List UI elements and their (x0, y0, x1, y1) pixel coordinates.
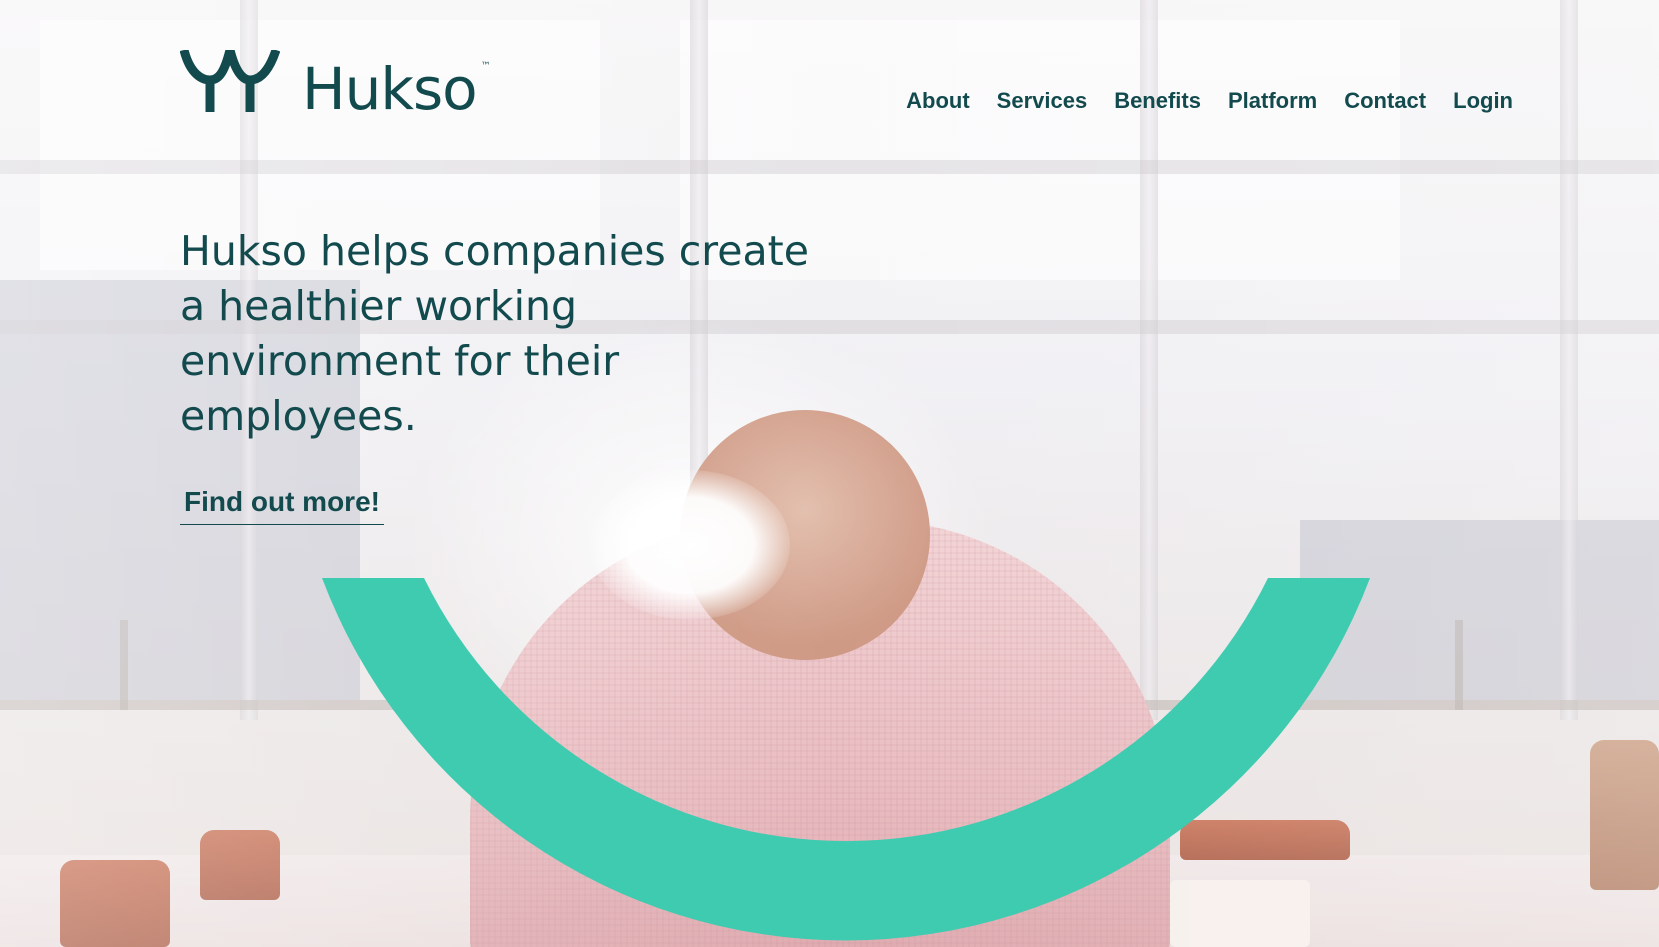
brand-logo-link[interactable]: Hukso ™ (180, 50, 509, 118)
brand-name: Hukso (302, 55, 478, 123)
nav-link-about[interactable]: About (906, 88, 970, 114)
brand-trademark: ™ (480, 61, 491, 72)
nav-link-services[interactable]: Services (997, 88, 1088, 114)
main-nav: About Services Benefits Platform Contact… (906, 88, 1513, 114)
hukso-mark-icon (180, 50, 280, 112)
nav-link-login[interactable]: Login (1453, 88, 1513, 114)
hero-heading: Hukso helps companies create a healthier… (180, 227, 809, 440)
find-out-more-link[interactable]: Find out more! (180, 486, 384, 525)
site-header: Hukso ™ About Services Benefits Platform… (0, 0, 1659, 160)
nav-link-platform[interactable]: Platform (1228, 88, 1317, 114)
nav-link-contact[interactable]: Contact (1344, 88, 1426, 114)
nav-link-benefits[interactable]: Benefits (1114, 88, 1201, 114)
